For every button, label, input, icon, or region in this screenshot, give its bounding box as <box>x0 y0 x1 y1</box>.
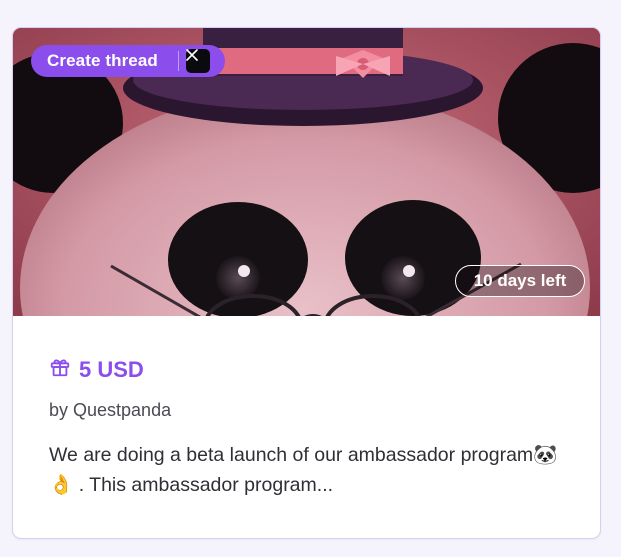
days-left-badge: 10 days left <box>455 265 585 297</box>
card-hero-image: Create thread 10 days left <box>13 28 600 316</box>
x-logo-icon[interactable] <box>186 49 210 73</box>
reward-row: 5 USD <box>49 356 144 383</box>
quest-card[interactable]: Create thread 10 days left 5 USD by Ques… <box>12 27 601 539</box>
create-thread-button[interactable]: Create thread <box>31 45 225 77</box>
quest-description: We are doing a beta launch of our ambass… <box>49 444 558 496</box>
gift-icon <box>49 356 71 383</box>
author-label: by Questpanda <box>49 400 172 420</box>
reward-amount: 5 USD <box>79 356 144 382</box>
pill-divider <box>178 51 179 71</box>
create-thread-label: Create thread <box>47 51 158 70</box>
